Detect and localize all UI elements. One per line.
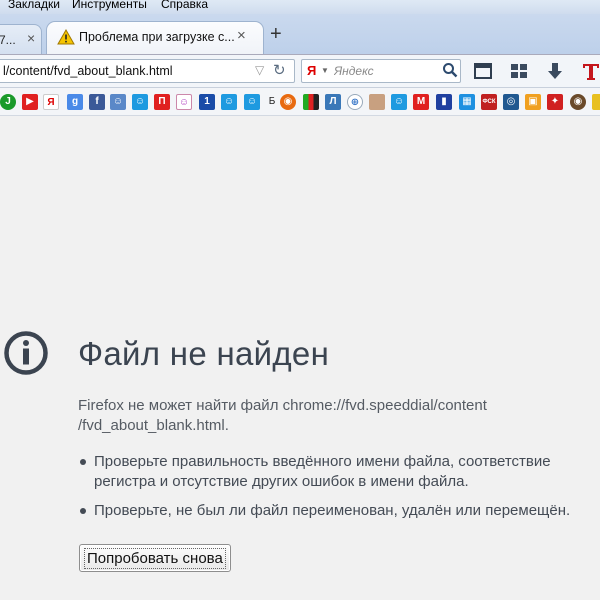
speed-dial-icon[interactable] — [508, 61, 530, 81]
smile-icon[interactable]: ☺ — [244, 94, 260, 110]
download-icon[interactable] — [544, 61, 566, 81]
bookmark-camera-icon[interactable]: ◎ — [503, 94, 519, 110]
engine-dropdown-icon[interactable]: ▼ — [321, 66, 329, 75]
url-bar[interactable]: l/content/fvd_about_blank.html ▽ ↻ — [0, 59, 295, 83]
smile-icon[interactable]: ☺ — [391, 94, 407, 110]
nav-bar: l/content/fvd_about_blank.html ▽ ↻ Я ▼ — [0, 54, 600, 88]
yandex-icon[interactable]: Я — [43, 94, 59, 110]
search-input[interactable] — [334, 63, 434, 79]
google-icon[interactable]: g — [67, 94, 83, 110]
url-dropdown-icon[interactable]: ▽ — [255, 63, 264, 77]
warning-icon — [57, 29, 75, 45]
smile-icon[interactable]: ☺ — [132, 94, 148, 110]
tab-active-title: Проблема при загрузке с... — [79, 30, 235, 44]
menu-bookmarks[interactable]: Закладки — [8, 0, 60, 11]
error-suggestions: Проверьте правильность введённого имени … — [78, 452, 588, 530]
bookmark-j-icon[interactable]: J — [0, 94, 16, 110]
list-item: Проверьте, не был ли файл переименован, … — [78, 501, 588, 521]
odnoklassniki-icon[interactable]: ☺ — [176, 94, 192, 110]
channel-one-icon[interactable]: 1 — [199, 94, 215, 110]
tab-inactive[interactable]: 7... × — [0, 24, 42, 54]
url-text[interactable]: l/content/fvd_about_blank.html — [3, 64, 173, 78]
tab-close-icon[interactable]: × — [27, 30, 35, 46]
bookmark-b-icon[interactable]: Б — [264, 94, 280, 110]
search-icon[interactable] — [442, 62, 458, 78]
retry-button-label: Попробовать снова — [84, 547, 226, 569]
error-description: Firefox не может найти файл chrome://fvd… — [78, 397, 487, 434]
reload-icon[interactable]: ↻ — [273, 61, 286, 79]
new-tab-button[interactable]: + — [270, 24, 282, 44]
tab-active[interactable]: Проблема при загрузке с... × — [46, 21, 264, 55]
bookmarks-toolbar: J ▶ Я g f ☺ ☺ П ☺ 1 ☺ ☺ Б ◉ Л ⊕ ☺ M ▮ ▦ … — [0, 88, 600, 116]
youtube-icon[interactable]: ▶ — [22, 94, 38, 110]
retry-button[interactable]: Попробовать снова — [79, 544, 231, 572]
bookmark-news-icon[interactable]: ФСК — [481, 94, 497, 110]
avatar-icon[interactable] — [369, 94, 385, 110]
eye-icon[interactable]: ◉ — [570, 94, 586, 110]
translate-icon[interactable] — [580, 61, 600, 81]
bookmark-game-icon[interactable]: ✦ — [547, 94, 563, 110]
tab-close-icon[interactable]: × — [237, 27, 246, 44]
tab-strip: 7... × Проблема при загрузке с... × + — [0, 14, 600, 55]
list-item: Проверьте правильность введённого имени … — [78, 452, 588, 492]
menu-help[interactable]: Справка — [161, 0, 208, 11]
smile-icon[interactable]: ☺ — [221, 94, 237, 110]
bookmark-p-icon[interactable]: П — [154, 94, 170, 110]
flag-icon[interactable] — [303, 94, 319, 110]
people-icon[interactable]: ☺ — [110, 94, 126, 110]
menu-tools[interactable]: Инструменты — [72, 0, 147, 11]
sidebar-icon[interactable] — [472, 61, 494, 81]
yandex-logo-icon[interactable]: Я — [307, 63, 316, 78]
search-bar[interactable]: Я ▼ — [301, 59, 461, 83]
bookmark-grid-icon[interactable]: ▣ — [525, 94, 541, 110]
tab-inactive-label: 7... — [0, 33, 16, 47]
windows-icon[interactable]: ▦ — [459, 94, 475, 110]
bookmark-pi-icon[interactable]: Л — [325, 94, 341, 110]
globe-icon[interactable]: ⊕ — [347, 94, 363, 110]
info-icon — [4, 331, 48, 375]
facebook-icon[interactable]: f — [89, 94, 105, 110]
bookmark-book-icon[interactable]: ▮ — [436, 94, 452, 110]
menu-bar: Закладки Инструменты Справка — [0, 0, 600, 14]
firefox-icon[interactable]: ◉ — [280, 94, 296, 110]
bookmark-m-icon[interactable]: M — [413, 94, 429, 110]
bookmark-extra-icon[interactable] — [592, 94, 600, 110]
page-title: Файл не найден — [78, 335, 330, 372]
